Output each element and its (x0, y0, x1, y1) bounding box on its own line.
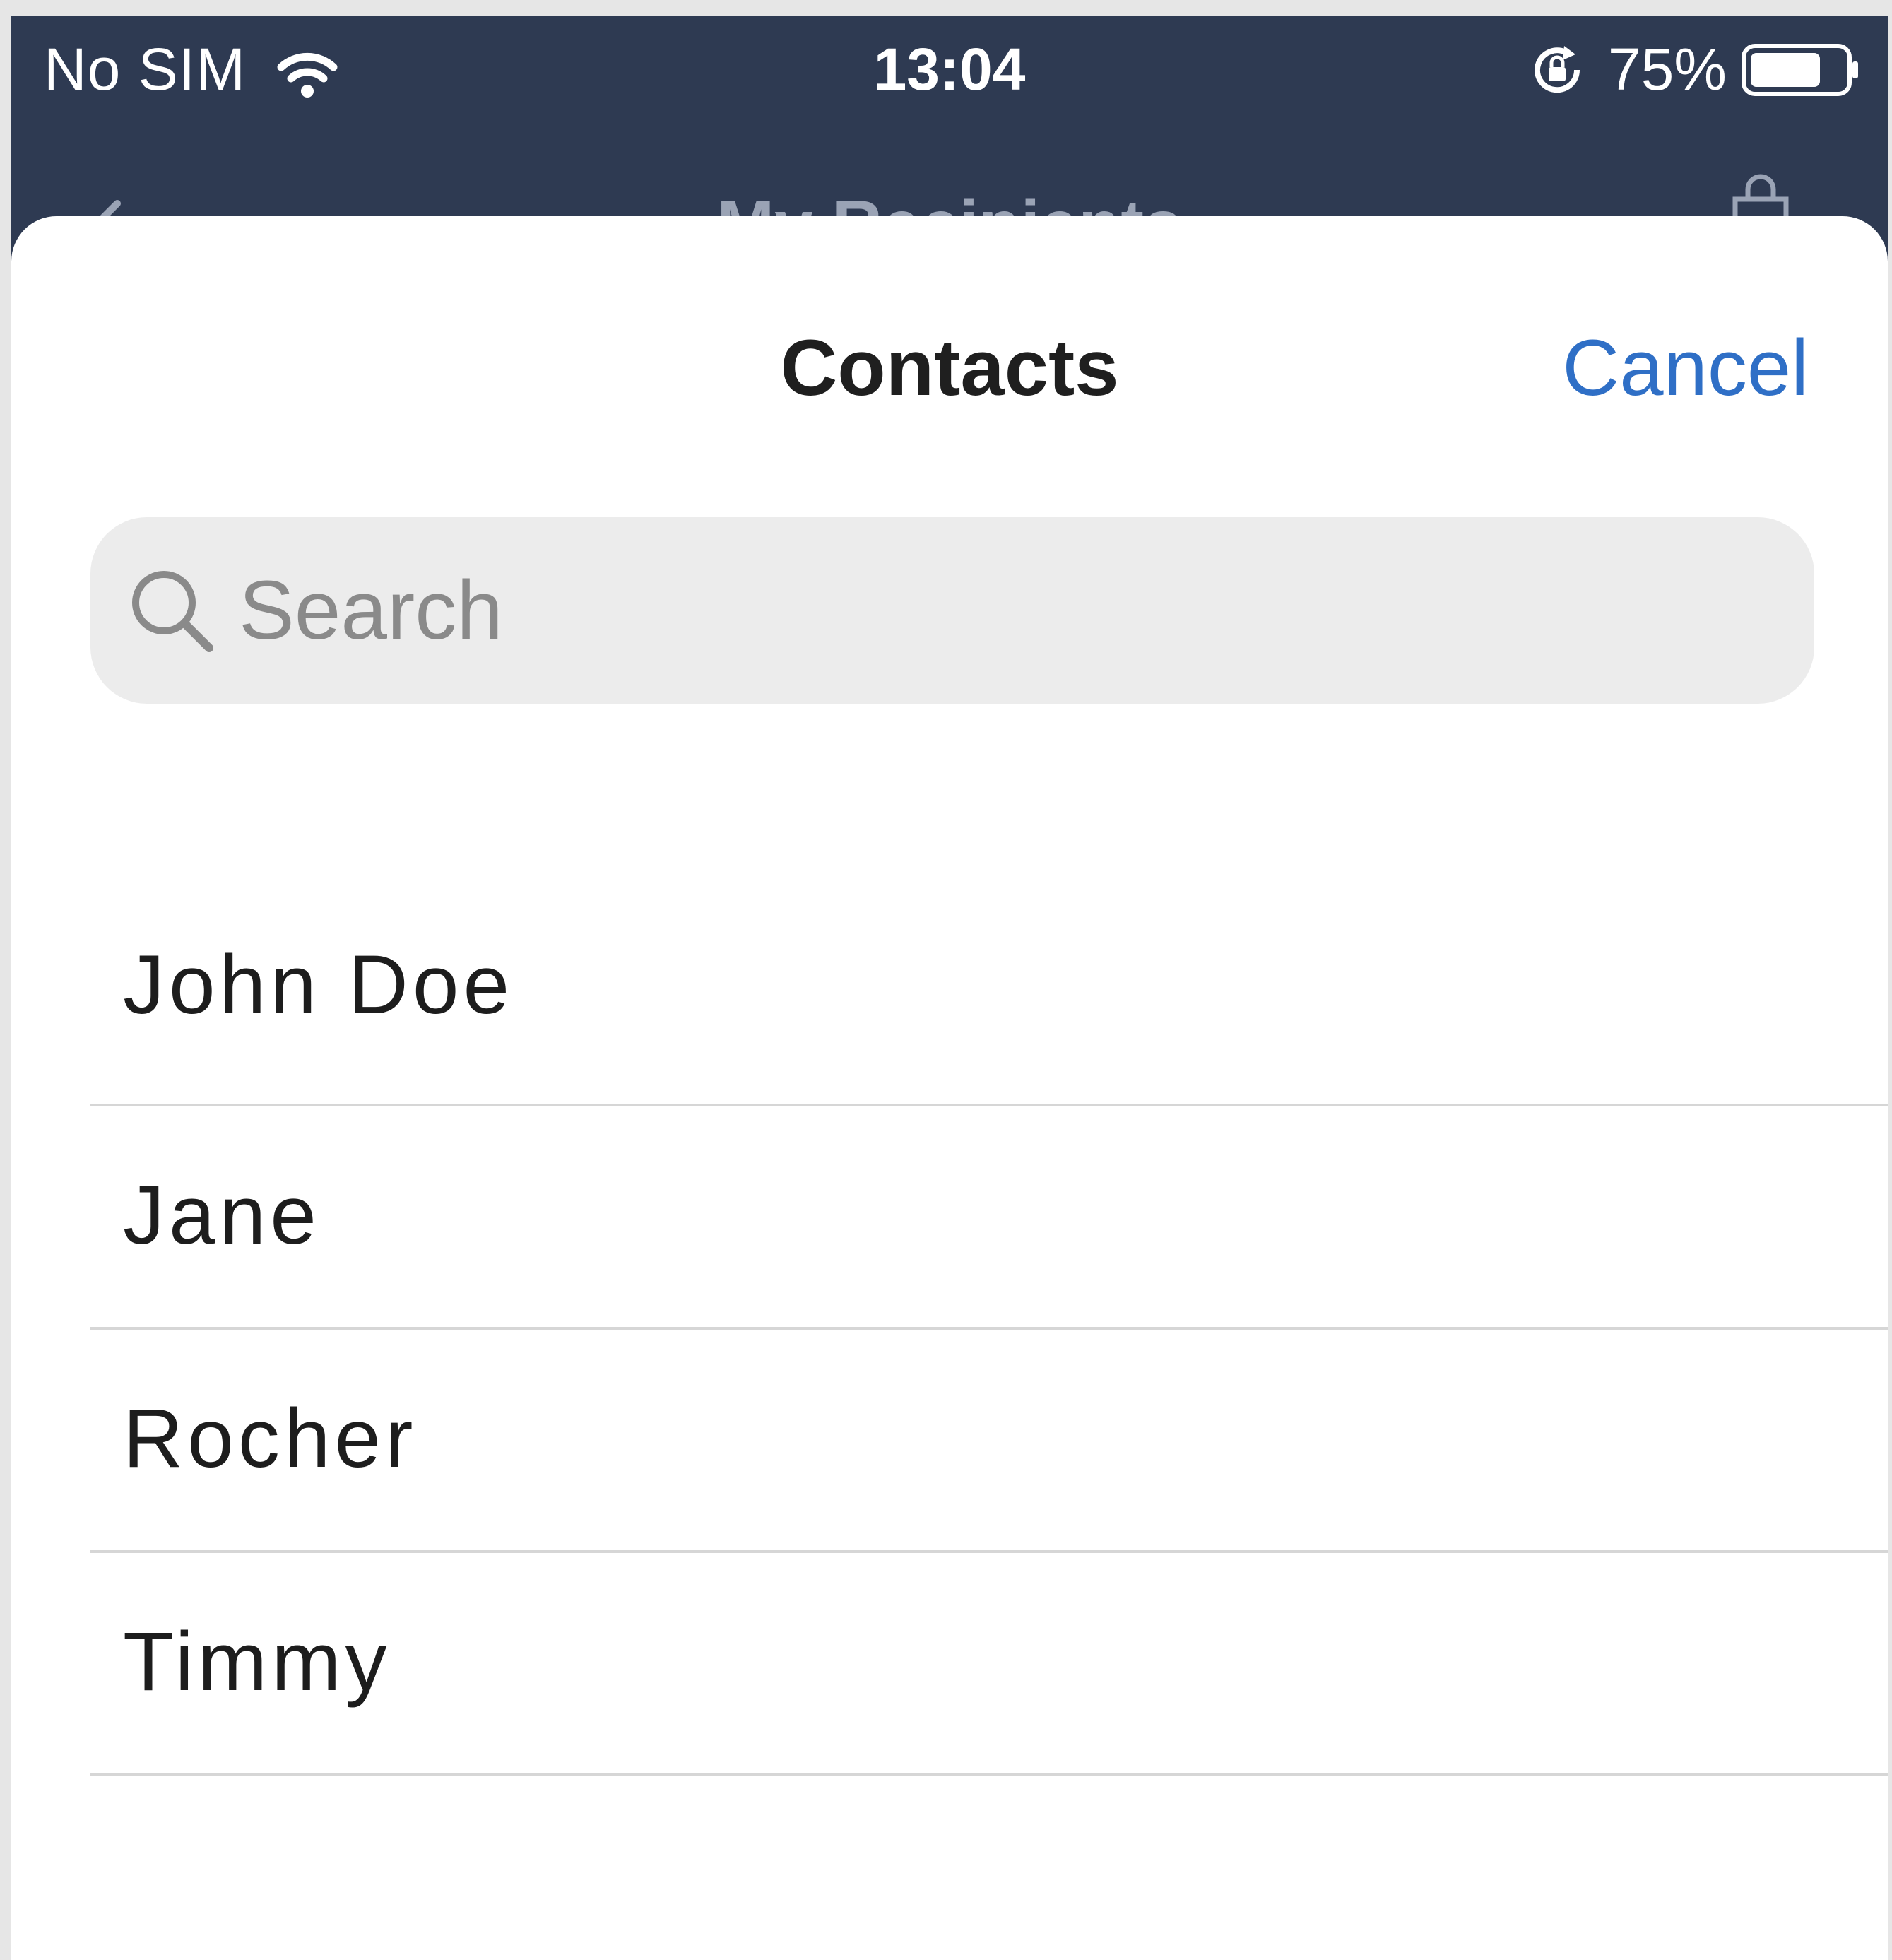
list-item[interactable]: Rocher (90, 1330, 1888, 1553)
search-bar[interactable]: Search (90, 517, 1814, 704)
battery-fill (1751, 52, 1820, 87)
orientation-lock-icon (1527, 40, 1587, 100)
cancel-button[interactable]: Cancel (1562, 322, 1809, 413)
contact-list: John Doe Jane Rocher Timmy (90, 923, 1888, 1776)
contact-name: John Doe (123, 938, 514, 1032)
list-item[interactable]: John Doe (90, 923, 1888, 1106)
battery-percent: 75% (1607, 36, 1727, 102)
search-input[interactable]: Search (239, 562, 503, 659)
list-item[interactable]: Timmy (90, 1553, 1888, 1776)
list-item[interactable]: Jane (90, 1106, 1888, 1330)
contacts-sheet: Contacts Cancel Search John Doe Jane Roc… (11, 216, 1888, 1960)
status-bar: No SIM 13:04 75% (11, 16, 1888, 122)
battery-icon (1741, 42, 1861, 98)
phone-screen: No SIM 13:04 75% Contacts Cancel Search … (11, 16, 1888, 1960)
contact-name: Jane (123, 1169, 321, 1262)
contact-name: Rocher (123, 1392, 418, 1485)
contact-name: Timmy (123, 1615, 391, 1708)
status-right: 75% (1527, 35, 1861, 104)
search-icon (126, 565, 218, 656)
